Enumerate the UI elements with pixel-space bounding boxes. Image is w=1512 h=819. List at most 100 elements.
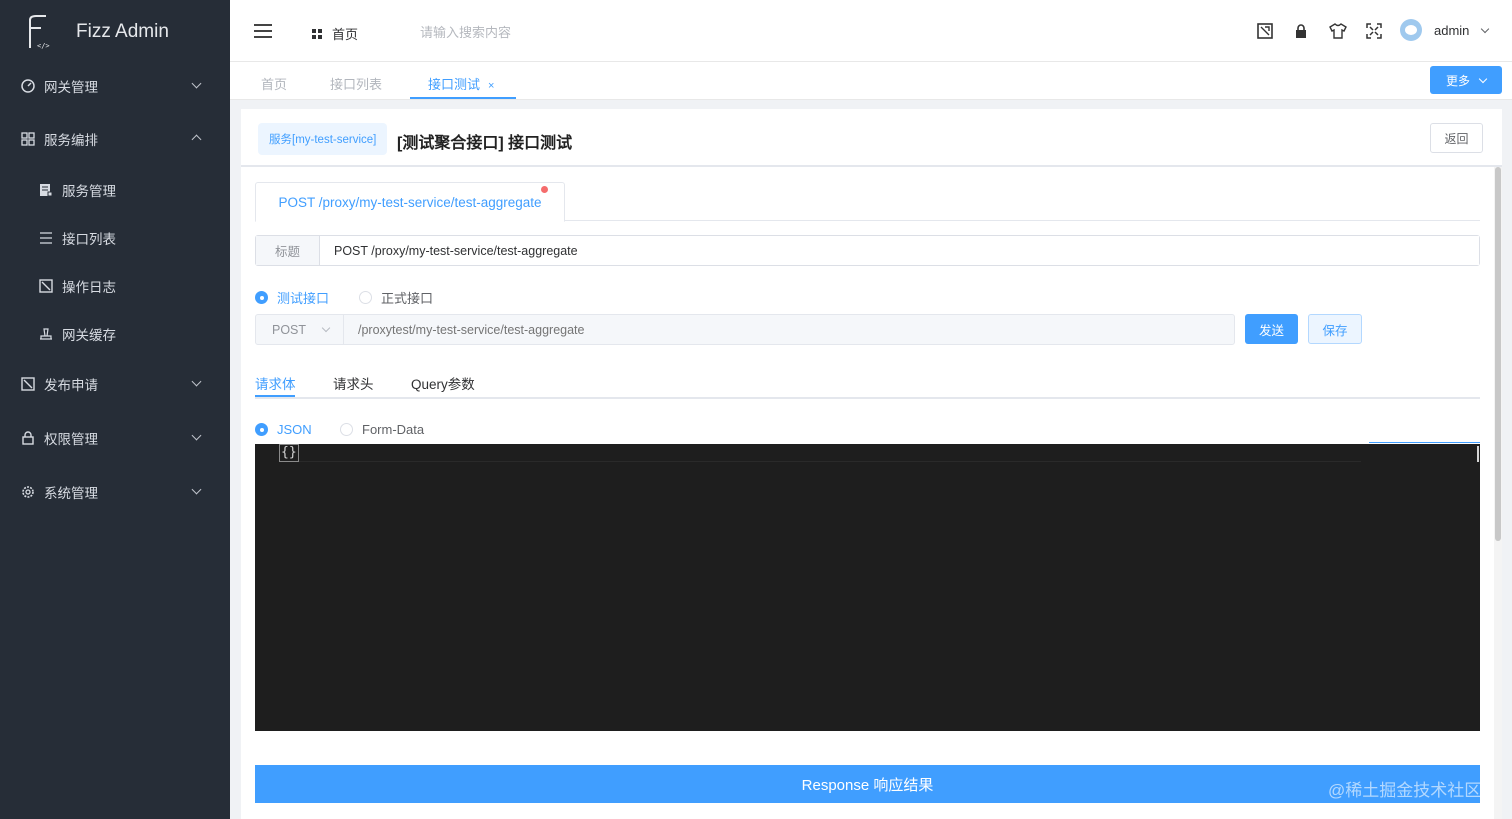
gauge-icon [20, 78, 36, 94]
radio-checked-icon [255, 291, 268, 304]
grid-icon [20, 131, 36, 147]
cache-icon [38, 326, 54, 342]
gear-icon [20, 484, 36, 500]
chevron-down-icon [191, 78, 202, 89]
method-value: POST [272, 322, 307, 337]
sidebar-item-publish[interactable]: 发布申请 [0, 366, 230, 402]
tag-api-test[interactable]: 接口测试 × [428, 74, 494, 93]
radio-checked-icon [255, 423, 268, 436]
scrollbar-thumb[interactable] [1495, 167, 1501, 541]
sidebar-item-label: 服务编排 [44, 133, 98, 148]
back-button[interactable]: 返回 [1430, 123, 1483, 153]
scrollbar[interactable] [1494, 167, 1502, 819]
save-button[interactable]: 保存 [1308, 314, 1362, 344]
lock-icon [20, 430, 36, 446]
chevron-down-icon [321, 323, 331, 333]
page-title: [测试聚合接口] 接口测试 [397, 135, 573, 152]
editor-focus-line [1369, 442, 1480, 443]
radio-label: 测试接口 [277, 291, 330, 306]
close-icon[interactable]: × [488, 80, 494, 92]
document-icon [38, 182, 54, 198]
tags-view: 首页 接口列表 接口测试 × 更多 [230, 62, 1512, 100]
code-editor[interactable]: {} [255, 442, 1480, 731]
theme-shirt-icon[interactable] [1329, 22, 1347, 40]
api-tab[interactable]: POST /proxy/my-test-service/test-aggrega… [255, 182, 565, 222]
sidebar-item-service-management[interactable]: 服务管理 [0, 172, 230, 208]
tab-query-params[interactable]: Query参数 [411, 373, 475, 393]
api-tabs: POST /proxy/my-test-service/test-aggrega… [255, 182, 1480, 222]
list-icon [38, 230, 54, 246]
chevron-up-icon [191, 134, 202, 145]
main-card: 服务[my-test-service] [测试聚合接口] 接口测试 返回 POS… [241, 109, 1502, 819]
sidebar-item-label: 网关管理 [44, 80, 98, 95]
send-button[interactable]: 发送 [1245, 314, 1298, 344]
url-input[interactable] [344, 315, 1234, 344]
search-input[interactable] [420, 22, 620, 42]
chevron-down-icon [1478, 74, 1488, 83]
radio-form-data[interactable]: Form-Data [340, 422, 424, 437]
title-field: 标题 [255, 235, 1480, 266]
sidebar: </> Fizz Admin 网关管理 服务编排 服务管理 接口列表 操作日志 … [0, 0, 230, 819]
top-header: 首页 admin [230, 0, 1512, 62]
lock-icon[interactable] [1292, 22, 1310, 40]
sidebar-item-api-list[interactable]: 接口列表 [0, 220, 230, 256]
fizz-logo-icon: </> [26, 14, 50, 50]
editor-active-line [281, 452, 1361, 462]
api-tab-label: POST /proxy/my-test-service/test-aggrega… [278, 194, 542, 210]
app-title: Fizz Admin [76, 21, 169, 42]
hamburger-menu-icon[interactable] [254, 24, 272, 38]
sidebar-item-label: 网关缓存 [62, 328, 116, 343]
response-panel-header[interactable]: Response 响应结果 [255, 765, 1480, 803]
chevron-down-icon [191, 430, 202, 441]
editor-content[interactable]: {} [279, 444, 299, 462]
tag-api-list[interactable]: 接口列表 [330, 74, 382, 93]
request-tabs: 请求体 请求头 Query参数 [255, 369, 1480, 399]
tag-label: 接口测试 [428, 77, 481, 92]
svg-text:</>: </> [37, 42, 50, 50]
title-input[interactable] [320, 236, 1479, 265]
chevron-down-icon [191, 376, 202, 387]
tag-home[interactable]: 首页 [261, 74, 287, 93]
request-url-row: POST [255, 314, 1235, 345]
more-button[interactable]: 更多 [1430, 66, 1502, 94]
chevron-down-icon [191, 484, 202, 495]
radio-test-api[interactable]: 测试接口 [255, 288, 329, 307]
avatar[interactable] [1400, 19, 1422, 41]
radio-unchecked-icon [359, 291, 372, 304]
radio-label: Form-Data [362, 422, 425, 437]
more-label: 更多 [1445, 73, 1470, 88]
sidebar-item-label: 系统管理 [44, 486, 98, 501]
title-label: 标题 [256, 236, 320, 265]
sidebar-item-label: 服务管理 [62, 184, 116, 199]
radio-prod-api[interactable]: 正式接口 [359, 288, 433, 307]
chevron-down-icon[interactable] [1480, 24, 1490, 34]
header-home-link[interactable]: 首页 [312, 24, 358, 43]
sidebar-item-label: 发布申请 [44, 378, 98, 393]
sidebar-item-gateway-cache[interactable]: 网关缓存 [0, 316, 230, 352]
sidebar-item-label: 接口列表 [62, 232, 116, 247]
tab-request-headers[interactable]: 请求头 [333, 373, 374, 393]
sidebar-item-label: 操作日志 [62, 280, 116, 295]
radio-label: 正式接口 [381, 291, 434, 306]
tag-active-indicator [410, 97, 516, 99]
sidebar-item-permission[interactable]: 权限管理 [0, 420, 230, 456]
home-label: 首页 [332, 27, 359, 42]
sidebar-item-system[interactable]: 系统管理 [0, 474, 230, 510]
log-icon [38, 278, 54, 294]
screenshot-icon[interactable] [1256, 22, 1274, 40]
grid-icon [312, 28, 322, 39]
watermark: @稀土掘金技术社区 [1328, 781, 1482, 800]
radio-label: JSON [277, 422, 312, 437]
tab-request-body[interactable]: 请求体 [255, 373, 296, 393]
fullscreen-icon[interactable] [1365, 22, 1383, 40]
sidebar-item-gateway[interactable]: 网关管理 [0, 68, 230, 104]
service-badge: 服务[my-test-service] [258, 123, 388, 155]
card-header: 服务[my-test-service] [测试聚合接口] 接口测试 返回 [241, 109, 1502, 167]
radio-json[interactable]: JSON [255, 422, 312, 437]
sidebar-item-orchestration[interactable]: 服务编排 [0, 121, 230, 157]
unsaved-dot-icon [541, 186, 548, 193]
sidebar-item-operation-log[interactable]: 操作日志 [0, 268, 230, 304]
publish-icon [20, 376, 36, 392]
method-select[interactable]: POST [256, 315, 344, 344]
username[interactable]: admin [1434, 23, 1469, 38]
